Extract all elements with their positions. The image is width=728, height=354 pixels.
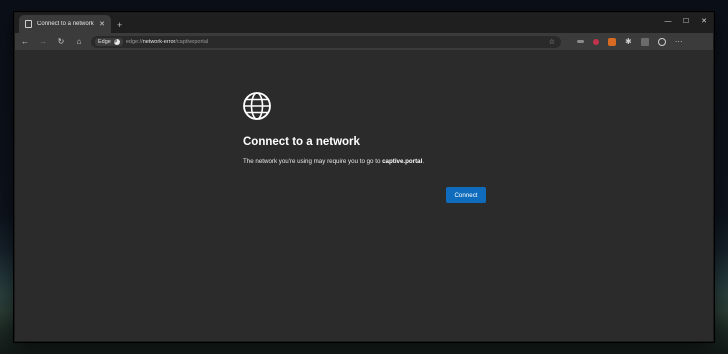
url-host: network-error <box>142 38 176 45</box>
message-text: The network you're using may require you… <box>243 158 383 165</box>
forward-button[interactable]: → <box>37 37 49 46</box>
page-icon <box>25 20 32 28</box>
tab-connect-to-a-network[interactable]: Connect to a network ✕ <box>19 15 111 33</box>
browser-window: Connect to a network ✕ + — ☐ ✕ ← → ↻ ⌂ E… <box>14 12 714 342</box>
settings-menu-button[interactable]: ··· <box>675 37 683 46</box>
page-title: Connect to a network <box>243 136 360 148</box>
home-button[interactable]: ⌂ <box>73 37 85 46</box>
maximize-button[interactable]: ☐ <box>677 13 695 29</box>
favorite-star-icon[interactable]: ☆ <box>549 38 555 46</box>
globe-icon <box>243 92 271 120</box>
tab-title: Connect to a network <box>37 21 94 27</box>
refresh-button[interactable]: ↻ <box>55 37 67 46</box>
page-content: Connect to a network The network you're … <box>15 51 713 341</box>
extension-icon-3[interactable] <box>608 37 616 46</box>
address-bar[interactable]: Edge edge://network-error/captiveportal … <box>91 35 561 48</box>
connect-button[interactable]: Connect <box>446 187 486 203</box>
extension-icon-2[interactable] <box>593 38 599 45</box>
collections-icon[interactable] <box>640 37 649 46</box>
message-suffix: . <box>422 158 425 165</box>
edge-logo-icon <box>113 38 120 45</box>
site-identity-chip[interactable]: Edge <box>95 37 123 46</box>
minimize-button[interactable]: — <box>659 13 677 29</box>
tab-close-icon[interactable]: ✕ <box>99 21 105 28</box>
url-prefix: edge:// <box>125 38 143 45</box>
close-window-button[interactable]: ✕ <box>695 13 713 29</box>
extensions-puzzle-icon[interactable]: ✱ <box>625 37 632 46</box>
profile-icon[interactable] <box>657 37 666 46</box>
browser-toolbar: ← → ↻ ⌂ Edge edge://network-error/captiv… <box>15 33 713 51</box>
window-controls: — ☐ ✕ <box>659 13 713 29</box>
captive-portal-message: The network you're using may require you… <box>243 158 424 165</box>
title-bar: Connect to a network ✕ + — ☐ ✕ <box>15 13 713 33</box>
captive-portal-host: captive.portal <box>382 158 423 165</box>
url-text[interactable]: edge://network-error/captiveportal <box>126 39 208 45</box>
back-button[interactable]: ← <box>19 37 31 46</box>
new-tab-button[interactable]: + <box>117 21 122 30</box>
site-chip-label: Edge <box>98 38 111 45</box>
extension-icon-1[interactable] <box>577 40 584 43</box>
extensions-bar: ✱ ··· <box>577 37 683 46</box>
url-path: /captiveportal <box>175 38 209 45</box>
